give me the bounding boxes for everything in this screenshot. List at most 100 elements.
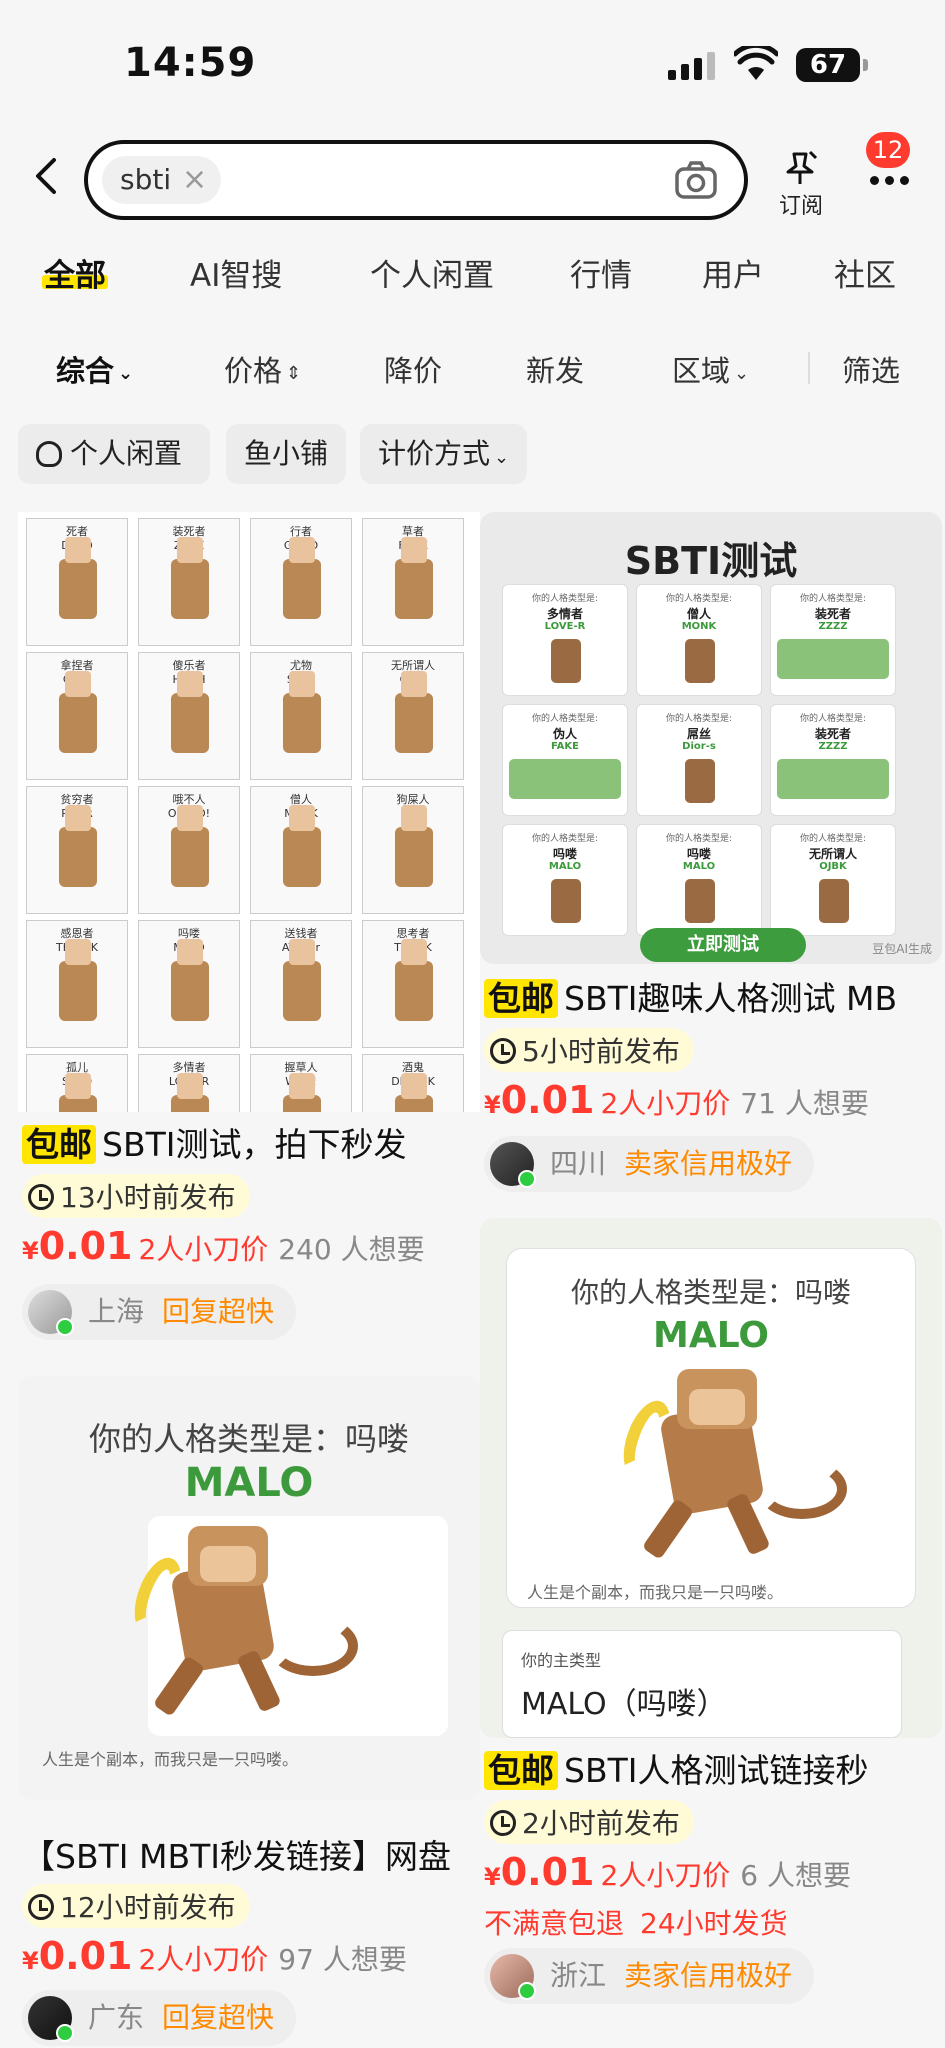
filter-region[interactable]: 区域 ⌄	[672, 348, 749, 390]
character-cell: 行者GOGOGOGO 762x750	[250, 518, 352, 663]
filter-region-label: 区域	[672, 354, 731, 388]
filter-bar: 综合 ⌄ 价格 ⇕ 降价 新发 区域 ⌄ 筛选	[0, 330, 945, 406]
product-thumbnail[interactable]: 你的人格类型是：吗喽 MALO 人生是个副本，而我只是一只吗喽。 你的主类型 M…	[480, 1218, 942, 1738]
filter-screen[interactable]: 筛选	[842, 348, 900, 390]
promo-shipping: 24小时发货	[640, 1907, 788, 1940]
seller-location: 上海	[88, 1295, 145, 1328]
product-title[interactable]: 包邮 SBTI测试，拍下秒发	[22, 1118, 406, 1166]
tab-users[interactable]: 用户	[702, 250, 764, 295]
user-icon	[36, 441, 62, 467]
sbti-cell-figure	[685, 759, 715, 803]
character-cell: 思考者THIN-KTHIN-K 732x740	[362, 920, 464, 1065]
product-card[interactable]: 你的人格类型是：吗喽 MALO 人生是个副本，而我只是一只吗喽。 你的主类型 M…	[480, 1218, 942, 2004]
character-figure	[171, 1073, 209, 1112]
sbti-cell-cn: 伪人	[552, 727, 577, 741]
main-type-box: 你的主类型 MALO（吗喽）	[502, 1630, 902, 1738]
price-row: ¥0.01 2人小刀价 6 人想要	[484, 1850, 851, 1894]
price-row: ¥0.01 2人小刀价 97 人想要	[22, 1934, 407, 1978]
sbti-cell-label: 你的人格类型是:	[531, 594, 599, 604]
sbti-type-cell: 你的人格类型是: 伪人 FAKE	[502, 704, 628, 816]
tab-personal-idle[interactable]: 个人闲置	[370, 250, 494, 295]
character-cell: 僧人MONKMONK 686x722	[250, 786, 352, 931]
start-test-button: 立即测试	[640, 928, 806, 962]
search-query-text: sbti	[120, 163, 172, 196]
price: 0.01	[38, 1934, 133, 1978]
seller-info[interactable]: 四川 卖家信用极好	[484, 1136, 815, 1192]
character-cell: 孤儿SOLO	[26, 1054, 128, 1112]
camera-icon[interactable]	[674, 160, 718, 200]
character-cell: 拿捏者CTRLCTRL 732x704	[26, 652, 128, 797]
product-title[interactable]: 【SBTI MBTI秒发链接】网盘	[22, 1830, 451, 1878]
product-title-text: SBTI测试，拍下秒发	[102, 1125, 407, 1164]
ai-generated-watermark: 豆包AI生成	[872, 942, 932, 956]
pill-pricing-method-label: 计价方式	[378, 437, 491, 470]
chevron-down-icon: ⌄	[734, 362, 750, 384]
sbti-cell-en: OJBK	[819, 861, 847, 872]
want-count: 71 人想要	[740, 1087, 869, 1120]
tab-ai-search[interactable]: AI智搜	[190, 250, 282, 295]
clock-icon	[28, 1184, 54, 1210]
back-arrow-icon[interactable]	[28, 156, 68, 196]
poster-title: SBTI测试	[624, 539, 798, 583]
character-figure	[59, 1073, 97, 1112]
subscribe-pin-icon[interactable]	[778, 148, 822, 188]
character-cell: 傻乐者HHHHHHHH 770x742	[138, 652, 240, 797]
sbti-type-cell: 你的人格类型是: 屌丝 Dior-s	[636, 704, 762, 816]
tab-community[interactable]: 社区	[834, 250, 896, 295]
sbti-type-grid: 你的人格类型是: 多情者 LOVE-R 你的人格类型是: 僧人 MONK 你的人格类型是: 装…	[502, 584, 896, 936]
wifi-icon	[734, 46, 778, 80]
pill-fish-shop[interactable]: 鱼小铺	[226, 424, 347, 484]
tab-all[interactable]: 全部	[42, 250, 108, 295]
sbti-cell-en: Dior-s	[682, 741, 716, 752]
product-card[interactable]: SBTI测试 你的人格类型是: 多情者 LOVE-R 你的人格类型是: 僧人 MONK 你的…	[480, 512, 942, 1202]
currency-symbol: ¥	[22, 1237, 39, 1265]
search-input[interactable]: sbti ×	[84, 140, 748, 220]
promo-return: 不满意包退	[484, 1907, 625, 1940]
product-thumbnail[interactable]: SBTI测试 你的人格类型是: 多情者 LOVE-R 你的人格类型是: 僧人 MONK 你的…	[480, 512, 942, 964]
character-figure	[395, 1073, 433, 1112]
seller-info[interactable]: 浙江 卖家信用极好	[484, 1948, 815, 2004]
clock-icon	[28, 1894, 54, 1920]
character-cell: 贫穷者POORPOOR 752x742	[26, 786, 128, 931]
clear-query-icon[interactable]: ×	[182, 156, 207, 204]
product-thumbnail[interactable]: 你的人格类型是：吗喽 MALO 人生是个副本，而我只是一只吗喽。	[18, 1376, 480, 1800]
pill-pricing-method[interactable]: 计价方式 ⌄	[360, 424, 528, 484]
product-title[interactable]: 包邮 SBTI人格测试链接秒	[484, 1744, 868, 1792]
character-figure	[395, 671, 433, 753]
sbti-cell-cn: 吗喽	[552, 847, 577, 861]
avatar	[28, 1290, 74, 1336]
sbti-cell-label: 你的人格类型是:	[665, 594, 733, 604]
sbti-cell-en: ZZZZ	[818, 621, 848, 632]
product-title[interactable]: 包邮 SBTI趣味人格测试 MB	[484, 972, 897, 1020]
status-bar: 14:59 67	[0, 0, 945, 120]
filter-new[interactable]: 新发	[526, 348, 584, 390]
pill-personal-idle[interactable]: 个人闲置	[18, 424, 210, 484]
sbti-type-cell: 你的人格类型是: 僧人 MONK	[636, 584, 762, 696]
chevron-down-icon: ⌄	[118, 362, 134, 384]
product-thumbnail[interactable]: 死者DEADDEAD 806x734装死者ZZZZZZZZ 784x746行者G…	[18, 512, 480, 1112]
sbti-cell-figure	[509, 759, 621, 799]
product-card[interactable]: 死者DEADDEAD 806x734装死者ZZZZZZZZ 784x746行者G…	[18, 512, 480, 1340]
currency-symbol: ¥	[484, 1091, 501, 1119]
seller-info[interactable]: 广东 回复超快	[22, 1990, 297, 2046]
publish-time: 12小时前发布	[22, 1884, 250, 1928]
sbti-cell-en: LOVE-R	[544, 621, 586, 632]
filter-price-drop[interactable]: 降价	[384, 348, 442, 390]
tab-market[interactable]: 行情	[570, 250, 632, 295]
main-type-value: MALO（吗喽）	[521, 1687, 727, 1722]
seller-tag: 卖家信用极好	[624, 1147, 793, 1180]
seller-info[interactable]: 上海 回复超快	[22, 1284, 297, 1340]
subscribe-label[interactable]: 订阅	[776, 188, 826, 220]
filter-price[interactable]: 价格 ⇕	[224, 348, 301, 390]
search-header: sbti × 订阅 12	[0, 130, 945, 230]
search-query-chip[interactable]: sbti ×	[102, 156, 222, 204]
sbti-cell-figure	[819, 879, 849, 923]
filter-sort[interactable]: 综合 ⌄	[56, 348, 133, 390]
character-cell: 草者FUCKFUCK 744x728	[362, 518, 464, 663]
product-card[interactable]: 你的人格类型是：吗喽 MALO 人生是个副本，而我只是一只吗喽。 【SBTI M…	[18, 1376, 480, 2048]
seller-tag: 回复超快	[162, 1295, 275, 1328]
more-icon[interactable]	[870, 176, 909, 185]
want-count: 97 人想要	[278, 1943, 407, 1976]
notification-badge: 12	[866, 132, 910, 168]
character-figure	[171, 939, 209, 1021]
